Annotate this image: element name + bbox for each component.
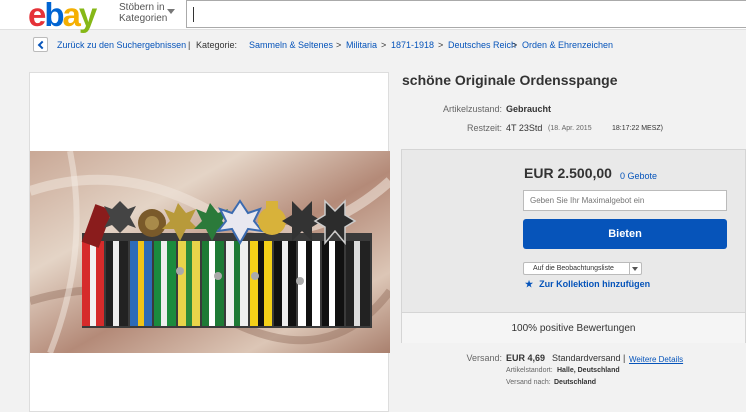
shipping-method: Standardversand [552, 353, 621, 363]
location-row: Artikelstandort: Halle, Deutschland [402, 367, 746, 379]
time-label: Restzeit: [466, 123, 502, 133]
logo-letter: e [28, 0, 46, 33]
breadcrumb-arrow: > [336, 40, 342, 50]
back-to-results-link[interactable]: Zurück zu den Suchergebnissen [57, 37, 186, 53]
logo-letter: a [62, 0, 81, 33]
ships-to-row: Versand nach: Deutschland [402, 379, 746, 391]
time-date: (18. Apr. 2015 [548, 125, 592, 132]
item-photo[interactable] [30, 151, 390, 353]
condition-value: Gebraucht [506, 104, 552, 114]
breadcrumb-item[interactable]: Deutsches Reich [448, 37, 516, 53]
condition-row: Artikelzustand: Gebraucht [402, 104, 742, 118]
chevron-down-icon[interactable] [632, 267, 638, 271]
logo-letter: b [44, 0, 64, 33]
seller-feedback: 100% positive Bewertungen [402, 312, 745, 343]
shipping-price: EUR 4,69 [506, 353, 546, 363]
current-price: EUR 2.500,00 [524, 165, 612, 181]
browse-line-1: Stöbern in [119, 2, 165, 13]
logo-letter: y [78, 0, 97, 33]
text-caret [193, 7, 194, 22]
shipping-row: Versand: EUR 4,69 Standardversand | Weit… [402, 353, 746, 367]
category-label: Kategorie: [196, 40, 238, 50]
max-bid-input[interactable] [523, 190, 727, 211]
star-icon: ★ [525, 279, 534, 289]
time-clock: 18:17:22 MESZ) [612, 125, 663, 132]
search-input[interactable] [186, 0, 746, 28]
breadcrumb-item[interactable]: 1871-1918 [391, 37, 434, 53]
breadcrumb-arrow: > [381, 40, 387, 50]
shipping-details-link[interactable]: Weitere Details [629, 355, 683, 364]
location-label: Artikelstandort: [506, 367, 553, 374]
breadcrumb-arrow: > [438, 40, 444, 50]
chevron-down-icon[interactable] [167, 9, 175, 14]
breadcrumb-arrow: > [512, 40, 518, 50]
bid-button[interactable]: Bieten [523, 219, 727, 249]
condition-label: Artikelzustand: [442, 104, 502, 114]
bid-panel: EUR 2.500,00 0 Gebote Bieten Auf die Beo… [401, 149, 746, 343]
breadcrumb-item[interactable]: Orden & Ehrenzeichen [522, 37, 613, 53]
browse-categories-button[interactable]: Stöbern in Kategorien [119, 2, 167, 24]
breadcrumb-item[interactable]: Militaria [346, 37, 377, 53]
ebay-logo[interactable]: ebay [28, 0, 97, 33]
top-bar: ebay Stöbern in Kategorien [0, 0, 746, 33]
bid-count-link[interactable]: 0 Gebote [620, 171, 657, 181]
shipping-label: Versand: [466, 353, 502, 363]
breadcrumb-separator: | [188, 40, 191, 50]
item-title: schöne Originale Ordensspange [402, 72, 618, 88]
item-image-panel [29, 72, 390, 412]
ships-to-label: Versand nach: [506, 379, 551, 386]
dropdown-divider [629, 263, 630, 274]
location-value: Halle, Deutschland [557, 367, 620, 374]
ships-to-value: Deutschland [554, 379, 597, 386]
back-arrow-icon[interactable] [33, 37, 48, 52]
time-left-row: Restzeit: 4T 23Std (18. Apr. 2015 18:17:… [402, 123, 742, 137]
add-to-collection-link[interactable]: ★ Zur Kollektion hinzufügen [525, 279, 650, 290]
collection-label: Zur Kollektion hinzufügen [539, 279, 651, 289]
breadcrumb-item[interactable]: Sammeln & Seltenes [249, 37, 333, 53]
watchlist-button[interactable]: Auf die Beobachtungsliste [523, 262, 642, 275]
browse-line-2: Kategorien [119, 13, 168, 24]
shipping-separator: | [623, 353, 626, 363]
time-value: 4T 23Std [506, 123, 543, 133]
watchlist-label: Auf die Beobachtungsliste [533, 265, 614, 272]
